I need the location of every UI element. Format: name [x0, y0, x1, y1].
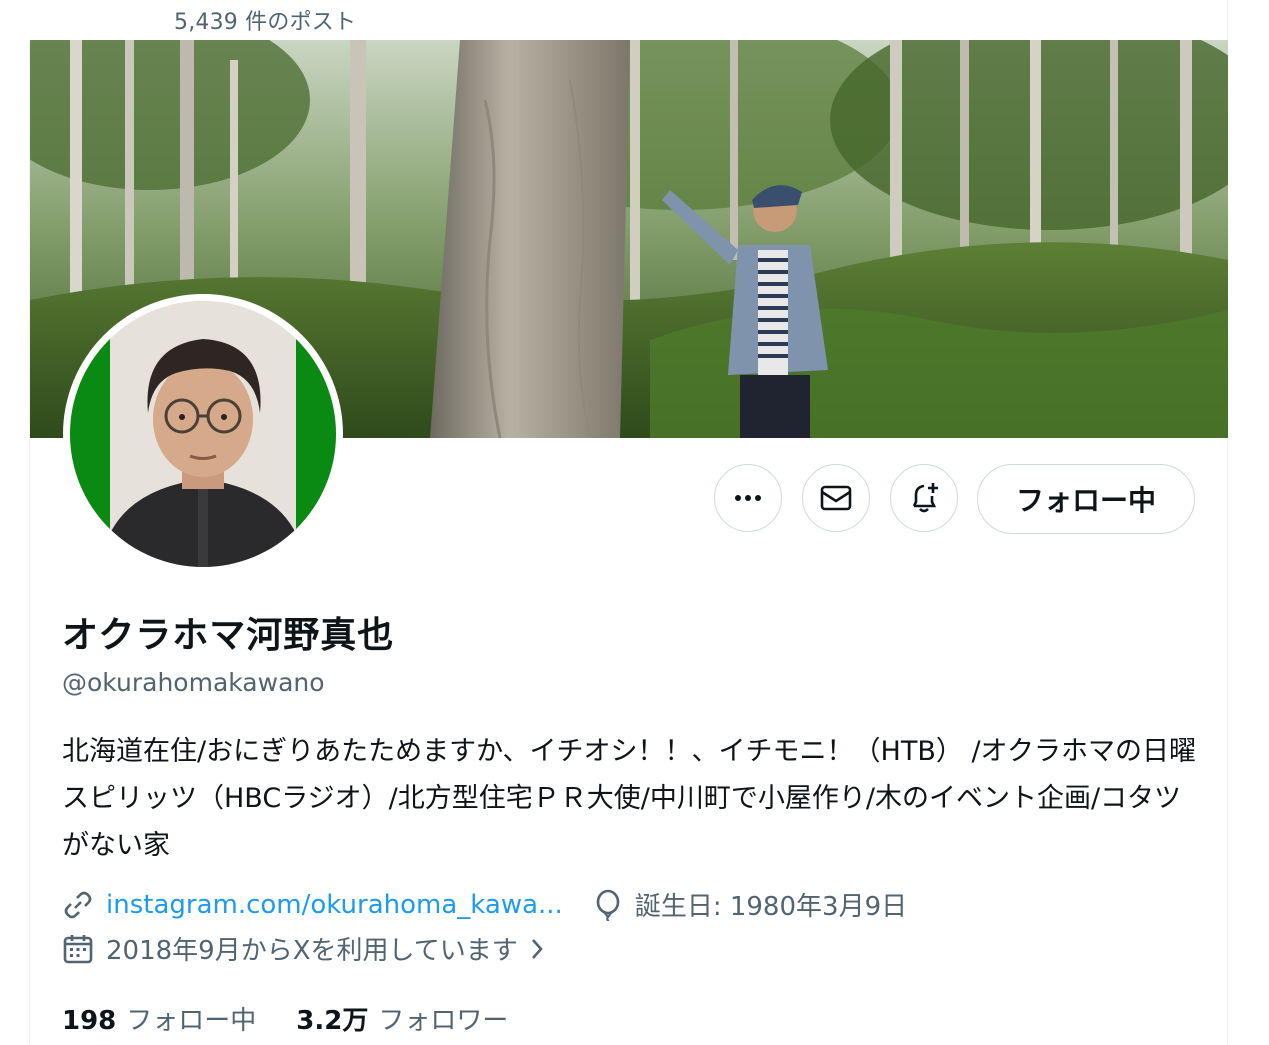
following-label: フォロー中: [126, 1006, 257, 1036]
avatar[interactable]: [70, 301, 336, 567]
more-button[interactable]: [714, 464, 782, 532]
calendar-icon: [62, 933, 94, 965]
post-count: 5,439 件のポスト: [174, 10, 357, 35]
follow-stats: 198 フォロー中 3.2万 フォロワー: [62, 1000, 508, 1037]
bell-plus-icon: [912, 483, 938, 513]
following-button[interactable]: フォロー中: [977, 464, 1195, 534]
avatar-portrait-image: [70, 301, 336, 567]
more-horizontal-icon: [735, 495, 761, 501]
meta-row-1: instagram.com/okurahoma_kawa... 誕生日: 198…: [62, 886, 907, 923]
notify-button[interactable]: [890, 464, 958, 532]
mail-icon: [820, 485, 852, 511]
following-stat[interactable]: 198 フォロー中: [62, 1000, 256, 1037]
joined-date: 2018年9月からXを利用しています: [106, 936, 518, 966]
handle: @okurahomakawano: [62, 668, 325, 697]
bio: 北海道在住/おにぎりあたためますか、イチオシ！！、イチモニ！（HTB） /オクラ…: [62, 736, 1197, 861]
meta-row-2: 2018年9月からXを利用しています: [62, 930, 558, 967]
followers-label: フォロワー: [378, 1006, 509, 1036]
followers-count: 3.2万: [296, 1006, 369, 1036]
followers-stat[interactable]: 3.2万 フォロワー: [296, 1000, 508, 1037]
birthday: 誕生日: 1980年3月9日: [634, 892, 908, 922]
message-button[interactable]: [802, 464, 870, 532]
display-name: オクラホマ河野真也: [62, 615, 395, 656]
following-count: 198: [62, 1006, 117, 1036]
balloon-icon: [593, 889, 623, 921]
link-icon: [62, 889, 94, 921]
website-link[interactable]: instagram.com/okurahoma_kawa...: [106, 890, 563, 920]
chevron-right-icon[interactable]: [528, 935, 546, 963]
